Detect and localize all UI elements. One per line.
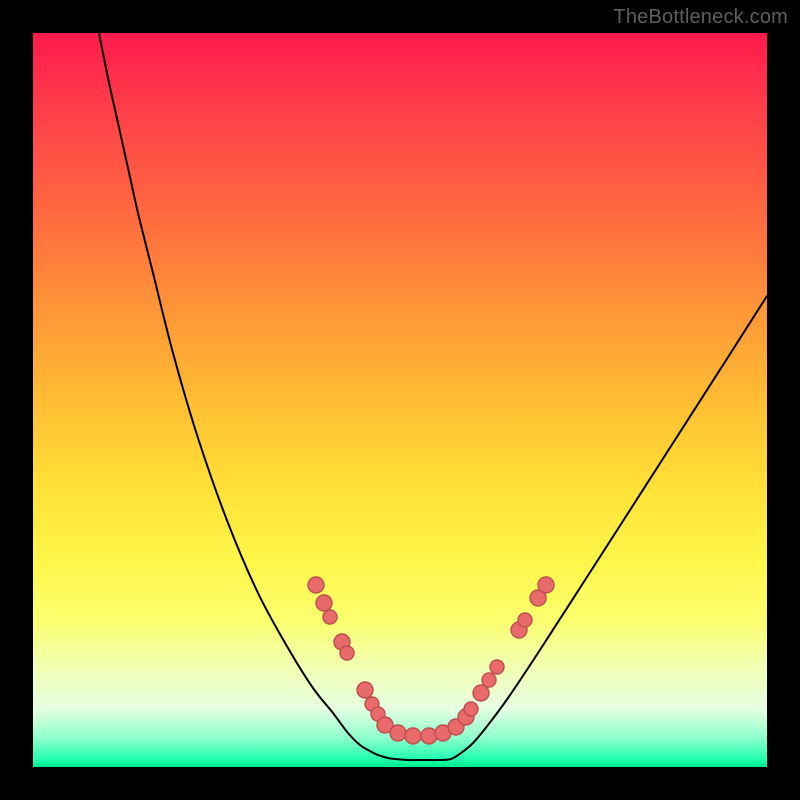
- dot-right-2: [464, 702, 478, 716]
- dot-right-5: [490, 660, 504, 674]
- dot-left-2: [316, 595, 332, 611]
- dot-left-3: [323, 610, 337, 624]
- marker-dots: [308, 577, 554, 744]
- dot-left-1: [308, 577, 324, 593]
- dot-flat-2: [390, 725, 406, 741]
- dot-left-6: [357, 682, 373, 698]
- dot-flat-4: [421, 728, 437, 744]
- dot-right-3: [473, 685, 489, 701]
- dot-left-5: [340, 646, 354, 660]
- dot-flat-3: [405, 728, 421, 744]
- curve-svg: [33, 33, 767, 767]
- dot-right-7: [518, 613, 532, 627]
- plot-area: [33, 33, 767, 767]
- chart-frame: TheBottleneck.com: [0, 0, 800, 800]
- dot-right-9: [538, 577, 554, 593]
- dot-right-4: [482, 673, 496, 687]
- watermark-label: TheBottleneck.com: [613, 6, 788, 29]
- bottleneck-curve: [99, 33, 767, 760]
